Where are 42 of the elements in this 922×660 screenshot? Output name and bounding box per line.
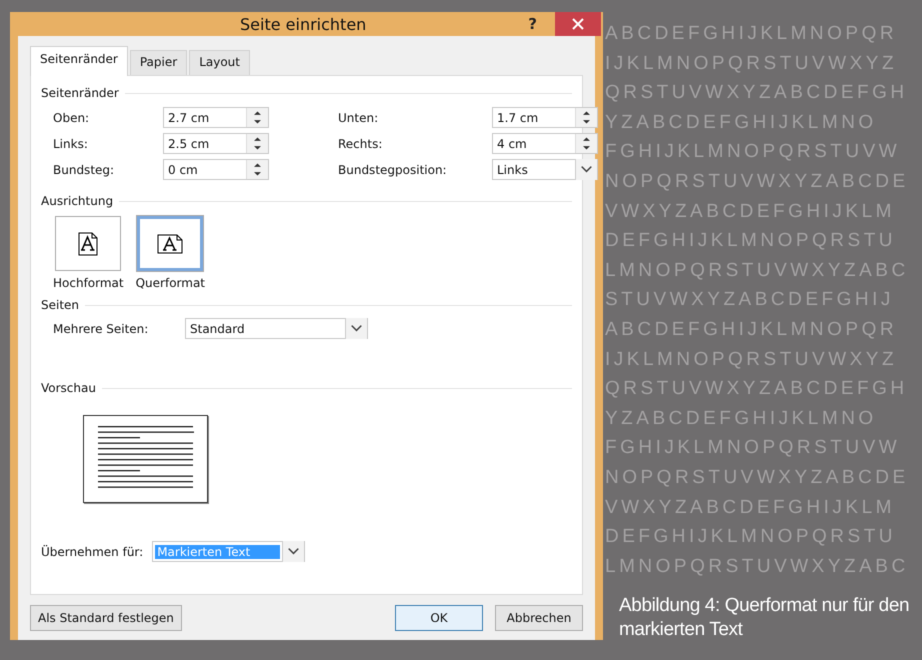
landscape-page-icon bbox=[157, 234, 184, 254]
field-label: Rechts: bbox=[338, 136, 384, 150]
section-heading: Seitenränder bbox=[41, 86, 119, 100]
spin-field[interactable]: 2.7 cm bbox=[163, 107, 269, 128]
spin-field[interactable]: 1.7 cm bbox=[492, 107, 598, 128]
help-button[interactable]: ? bbox=[528, 15, 537, 33]
portrait-page-icon bbox=[78, 232, 98, 256]
field-label: Bundstegposition: bbox=[338, 162, 448, 176]
orientation-option[interactable] bbox=[55, 216, 122, 271]
dropdown[interactable]: Links bbox=[492, 159, 598, 180]
spin-field[interactable]: 4 cm bbox=[492, 133, 598, 154]
spin-arrows-icon[interactable] bbox=[246, 160, 268, 179]
spin-field[interactable]: 2.5 cm bbox=[163, 133, 269, 154]
spin-field[interactable]: 0 cm bbox=[163, 159, 269, 180]
section-heading: Ausrichtung bbox=[41, 194, 114, 208]
close-button[interactable] bbox=[555, 12, 601, 36]
tab[interactable]: Seitenränder bbox=[30, 46, 128, 76]
orientation-option[interactable] bbox=[137, 216, 204, 271]
spin-arrows-icon[interactable] bbox=[575, 134, 597, 153]
spin-arrows-icon[interactable] bbox=[246, 108, 268, 127]
option-label: Querformat bbox=[136, 276, 206, 290]
dialog-button[interactable]: Abbrechen bbox=[495, 605, 583, 631]
section-heading: Seiten bbox=[41, 298, 80, 312]
section-heading: Vorschau bbox=[41, 381, 96, 395]
field-label: Übernehmen für: bbox=[41, 544, 144, 558]
dialog-button[interactable]: Als Standard festlegen bbox=[30, 605, 182, 631]
tab[interactable]: Layout bbox=[189, 50, 250, 75]
spin-arrows-icon[interactable] bbox=[575, 108, 597, 127]
tab[interactable]: Papier bbox=[130, 50, 188, 75]
window-title: Seite einrichten bbox=[239, 14, 368, 34]
dropdown[interactable]: Standard bbox=[185, 318, 368, 339]
field-label: Links: bbox=[53, 136, 89, 150]
field-label: Bundsteg: bbox=[53, 162, 116, 176]
dialog-button[interactable]: OK bbox=[395, 605, 483, 631]
dropdown-caret-icon[interactable] bbox=[282, 541, 304, 562]
dropdown-caret-icon[interactable] bbox=[345, 318, 367, 339]
option-label: Hochformat bbox=[53, 276, 124, 290]
field-label: Oben: bbox=[53, 110, 90, 124]
field-label: Unten: bbox=[338, 110, 380, 124]
field-label: Mehrere Seiten: bbox=[53, 322, 150, 336]
close-icon bbox=[572, 18, 584, 30]
spin-arrows-icon[interactable] bbox=[246, 134, 268, 153]
